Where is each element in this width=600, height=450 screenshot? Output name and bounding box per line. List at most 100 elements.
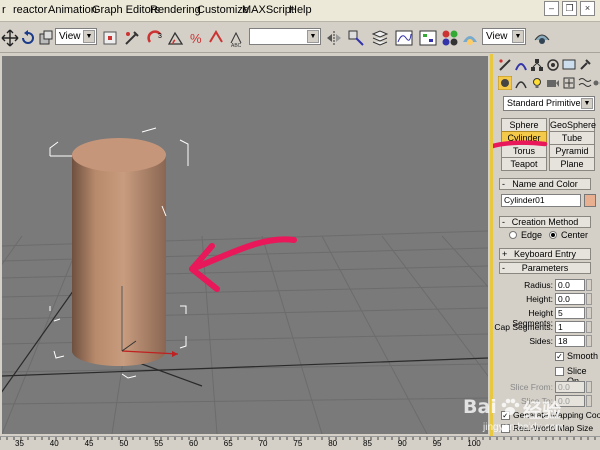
real-world-map-label: Real-World Map Size [513, 423, 594, 433]
modify-tab-icon[interactable] [514, 58, 528, 72]
render-type-dropdown[interactable]: View ▼ [482, 28, 526, 45]
lights-icon[interactable] [530, 76, 544, 90]
shapes-icon[interactable] [514, 76, 528, 90]
move-icon[interactable] [0, 28, 20, 48]
layer-manager-icon[interactable] [370, 28, 390, 48]
pyramid-button[interactable]: Pyramid [549, 144, 595, 158]
curve-editor-icon[interactable] [394, 28, 414, 48]
geometry-icon[interactable] [498, 76, 512, 90]
menu-item-animation[interactable]: Animation [48, 4, 97, 16]
height-field[interactable]: 0.0 [555, 293, 585, 305]
mirror-icon[interactable] [324, 28, 344, 48]
geosphere-button[interactable]: GeoSphere [549, 118, 596, 132]
create-tab-icon[interactable] [498, 58, 512, 72]
height-segments-field[interactable]: 5 [555, 307, 585, 319]
viewport-canvas [2, 127, 488, 434]
select-manipulate-icon[interactable] [122, 28, 142, 48]
window-controls: – ❐ × [540, 0, 600, 18]
systems-icon[interactable] [592, 76, 600, 90]
align-icon[interactable] [346, 28, 366, 48]
smooth-checkbox[interactable]: ✓ [555, 352, 564, 361]
hierarchy-tab-icon[interactable] [530, 58, 544, 72]
object-name-field[interactable]: Cylinder01 [501, 194, 581, 207]
perspective-viewport[interactable] [0, 54, 490, 436]
primitive-category-dropdown[interactable]: Standard Primitives ▼ [503, 96, 595, 111]
sides-field[interactable]: 18 [555, 335, 585, 347]
parameters-rollout[interactable]: - Parameters [499, 262, 591, 274]
render-scene-icon[interactable] [460, 28, 480, 48]
timeline-ruler[interactable]: 35 40 45 50 55 60 65 70 75 80 85 90 95 100 [0, 436, 600, 450]
radius-spinner[interactable] [586, 279, 592, 291]
display-tab-icon[interactable] [562, 58, 576, 72]
main-toolbar: View ▼ 3 % ABC ▼ View ▼ [0, 23, 600, 53]
chevron-down-icon: ▼ [83, 30, 95, 43]
menu-item-help[interactable]: Help [289, 4, 312, 16]
menu-item-rendering[interactable]: Rendering [150, 4, 201, 16]
menu-item-file[interactable]: r [2, 4, 6, 16]
tube-button[interactable]: Tube [549, 131, 595, 145]
slice-on-checkbox[interactable] [555, 367, 564, 376]
percent-snap-icon[interactable]: % [188, 28, 208, 48]
menu-item-maxscript[interactable]: MAXScript [242, 4, 294, 16]
plane-button[interactable]: Plane [549, 157, 595, 171]
object-color-swatch[interactable] [584, 194, 596, 207]
sides-spinner[interactable] [586, 335, 592, 347]
spinner-snap-icon[interactable] [206, 28, 226, 48]
utilities-tab-icon[interactable] [578, 58, 592, 72]
name-and-color-rollout[interactable]: - Name and Color [499, 178, 591, 190]
slice-from-field[interactable]: 0.0 [555, 381, 585, 393]
pivot-center-icon[interactable] [100, 28, 120, 48]
teapot-button[interactable]: Teapot [501, 157, 547, 171]
ruler-tick-label: 100 [467, 439, 481, 448]
cap-segments-spinner[interactable] [586, 321, 592, 333]
annotation-arrow [189, 236, 297, 292]
cameras-icon[interactable] [546, 76, 560, 90]
ruler-tick-label: 95 [432, 439, 442, 448]
ruler-tick-label: 40 [49, 439, 59, 448]
creation-method-rollout[interactable]: - Creation Method [499, 216, 591, 228]
cap-segments-label: Cap Segments: [494, 322, 553, 332]
cylinder-object[interactable] [72, 138, 166, 366]
keyboard-entry-rollout[interactable]: + Keyboard Entry [499, 248, 591, 260]
ruler-tick-label: 65 [223, 439, 233, 448]
radius-field[interactable]: 0.0 [555, 279, 585, 291]
schematic-view-icon[interactable] [418, 28, 438, 48]
slice-from-label: Slice From: [510, 382, 553, 392]
motion-tab-icon[interactable] [546, 58, 560, 72]
rollout-toggle: - [502, 179, 505, 189]
minimize-icon[interactable]: – [544, 1, 559, 16]
chevron-down-icon: ▼ [307, 30, 319, 43]
generate-mapping-checkbox[interactable]: ✓ [501, 411, 510, 420]
named-selection-dropdown[interactable]: ▼ [249, 28, 321, 45]
chevron-down-icon: ▼ [512, 30, 524, 43]
slice-from-spinner[interactable] [586, 381, 592, 393]
material-editor-icon[interactable] [440, 28, 460, 48]
ruler-tick-label: 90 [397, 439, 407, 448]
slice-to-spinner[interactable] [586, 395, 592, 407]
menu-item-reactor[interactable]: reactor [13, 4, 47, 16]
sphere-button[interactable]: Sphere [501, 118, 547, 132]
center-radio[interactable] [549, 231, 557, 239]
rotate-icon[interactable] [18, 28, 38, 48]
height-spinner[interactable] [586, 293, 592, 305]
named-selection-icon[interactable]: ABC [228, 28, 248, 48]
helpers-icon[interactable] [562, 76, 576, 90]
height-label: Height: [526, 294, 553, 304]
menu-bar: r reactor Animation Graph Editors Render… [0, 0, 600, 22]
snap-toggle-icon[interactable]: 3 [146, 28, 166, 48]
slice-to-field[interactable]: 0.0 [555, 395, 585, 407]
restore-icon[interactable]: ❐ [562, 1, 577, 16]
close-icon[interactable]: × [580, 1, 595, 16]
generate-mapping-label: Generate Mapping Coords. [513, 410, 600, 420]
angle-snap-icon[interactable] [166, 28, 186, 48]
svg-text:3: 3 [158, 33, 162, 40]
height-segments-spinner[interactable] [586, 307, 592, 319]
cap-segments-field[interactable]: 1 [555, 321, 585, 333]
edge-radio[interactable] [509, 231, 517, 239]
real-world-map-checkbox[interactable] [501, 424, 510, 433]
quick-render-icon[interactable] [532, 28, 552, 48]
space-warps-icon[interactable] [578, 76, 592, 90]
reference-coordinate-dropdown[interactable]: View ▼ [55, 28, 97, 45]
ruler-tick-label: 35 [15, 439, 24, 448]
scale-icon[interactable] [36, 28, 56, 48]
